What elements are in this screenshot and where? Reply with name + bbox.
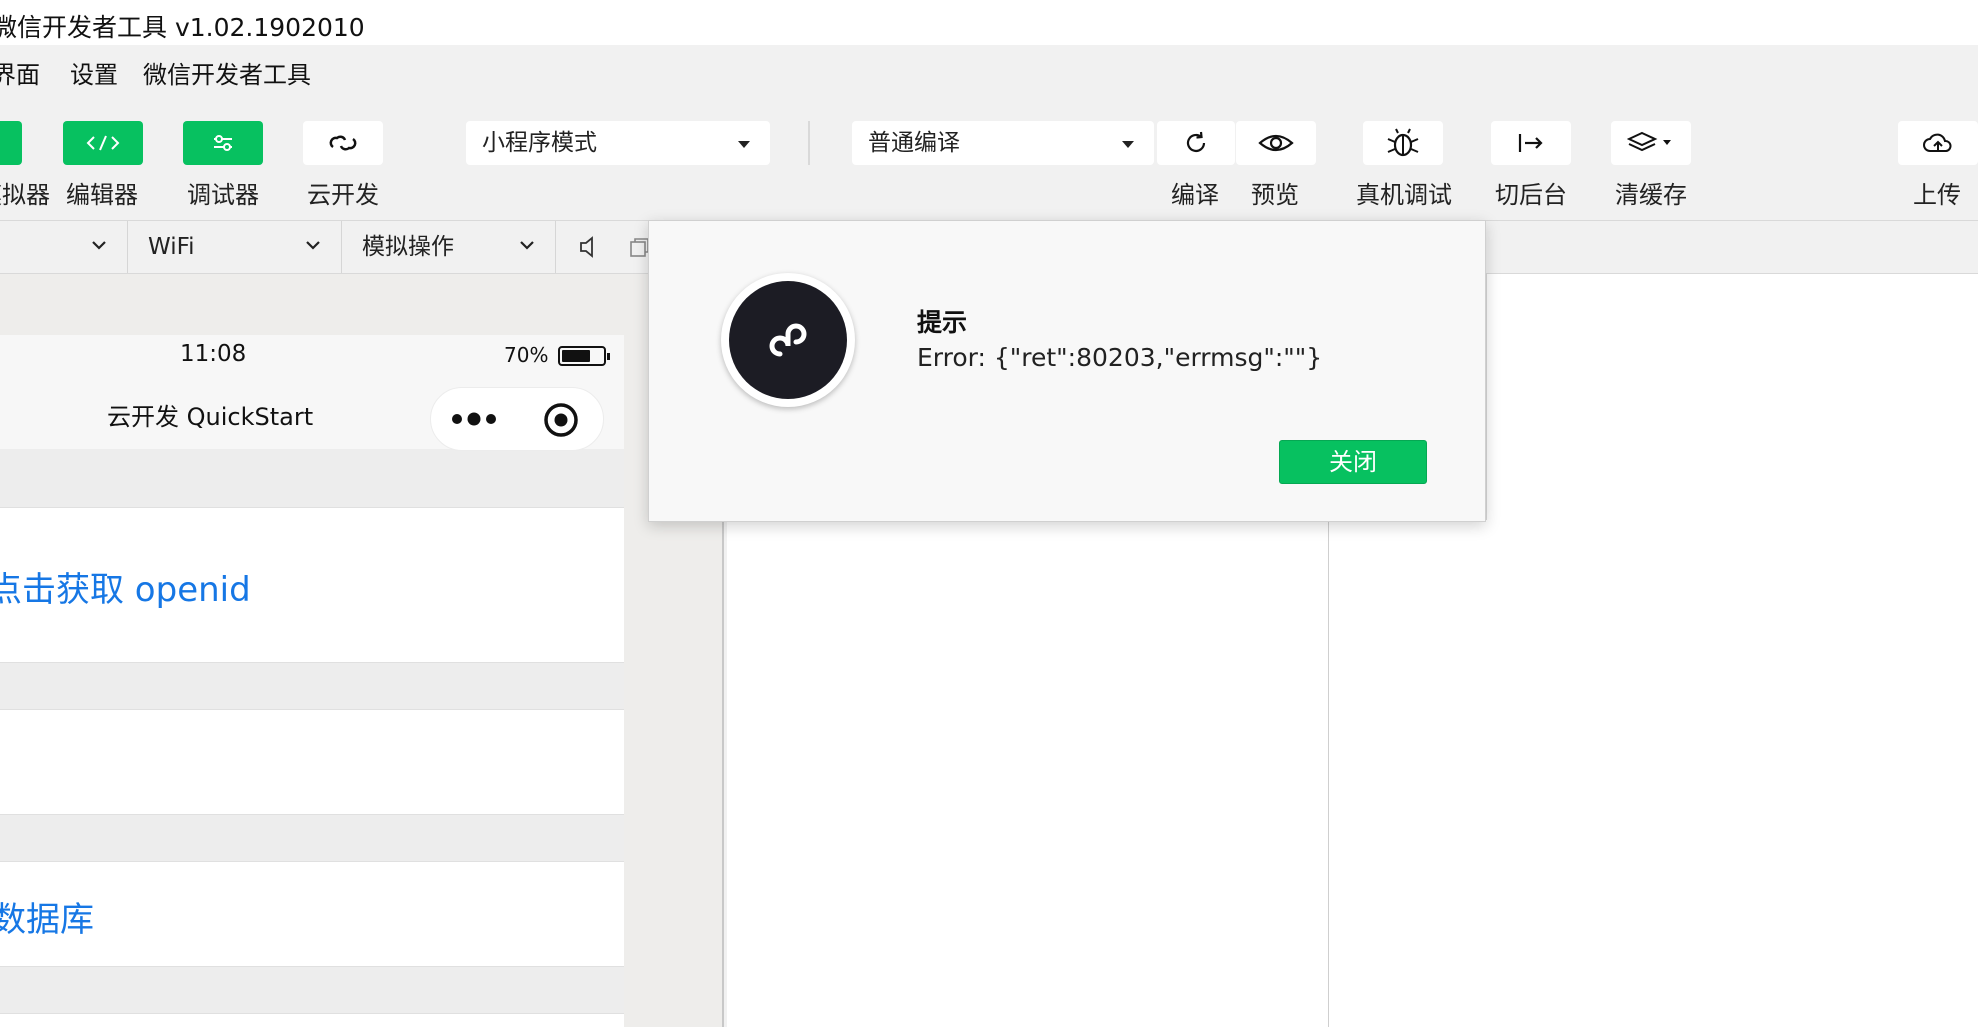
toolbar: 模拟器 编辑器 调试器 云开发 小程序模式 普通编译 [0,95,1978,220]
cloud-upload-icon [1923,133,1952,152]
phone-status-bar: 11:08 70% [0,335,624,377]
status-battery-percent: 70% [504,343,549,367]
network-select-value: WiFi [148,234,195,260]
clear-cache-button[interactable] [1611,121,1691,165]
simulator-label: 模拟器 [0,181,50,209]
window-title: 微信开发者工具 v1.02.1902010 [0,13,365,42]
miniprogram-icon [769,323,807,357]
debugger-label: 调试器 [187,181,259,209]
toolbar-divider [808,121,810,165]
list-item-partial[interactable] [0,1013,624,1027]
battery-icon [558,346,610,366]
mode-select-value: 小程序模式 [482,130,597,156]
close-button[interactable]: 关闭 [1279,440,1427,484]
caret-down-icon [738,141,750,148]
get-openid-link[interactable]: 点击获取 openid [0,562,251,611]
title-bar: 微信开发者工具 v1.02.1902010 [0,0,1978,45]
chevron-down-icon [306,241,320,250]
miniprogram-logo [721,273,855,407]
cloud-link-icon [329,135,357,151]
editor-label: 编辑器 [66,181,138,209]
switch-background-label: 切后台 [1495,181,1567,209]
preview-label: 预览 [1251,181,1299,209]
compile-mode-value: 普通编译 [868,130,960,156]
upload-label: 上传 [1913,181,1961,209]
mode-select[interactable]: 小程序模式 [466,121,770,165]
menu-item-devtools[interactable]: 微信开发者工具 [143,55,311,90]
list-item-openid[interactable]: 点击获取 openid [0,507,624,663]
editor-button[interactable] [63,121,143,165]
exit-arrow-icon [1518,134,1543,152]
code-icon [86,135,120,151]
close-capsule-icon[interactable] [541,400,581,444]
list-item-blank[interactable] [0,709,624,815]
refresh-icon [1186,131,1206,152]
clear-cache-label: 清缓存 [1615,181,1687,209]
editor-panel [727,520,1978,1027]
cloud-dev-label: 云开发 [307,181,379,209]
simulate-operation-select[interactable]: 模拟操作 [342,221,556,273]
panel-divider[interactable] [722,520,724,1027]
preview-button[interactable] [1236,121,1316,165]
upload-button[interactable] [1898,121,1978,165]
menu-bar: 界面 设置 微信开发者工具 [0,45,1978,95]
error-dialog: 提示 Error: {"ret":80203,"errmsg":""} 关闭 [648,220,1486,522]
battery-level [562,350,590,362]
status-time: 11:08 [180,341,247,367]
chevron-down-icon [92,241,106,250]
dialog-message: Error: {"ret":80203,"errmsg":""} [917,343,1323,372]
eye-icon [1258,134,1294,152]
chevron-down-icon [520,241,534,250]
sliders-icon [214,135,232,151]
simulator-button[interactable] [0,121,22,165]
volume-icon[interactable] [578,235,598,263]
remote-debug-label: 真机调试 [1356,181,1452,209]
switch-background-button[interactable] [1491,121,1571,165]
bug-icon [1387,128,1419,157]
compile-button[interactable] [1157,121,1235,165]
menu-item-settings[interactable]: 设置 [70,55,118,90]
cloud-dev-button[interactable] [303,121,383,165]
compile-label: 编译 [1171,181,1219,209]
editor-top-area [1486,274,1978,520]
remote-debug-button[interactable] [1363,121,1443,165]
compile-mode-select[interactable]: 普通编译 [852,121,1154,165]
layers-icon [1627,131,1671,152]
database-link[interactable]: 数据库 [0,892,94,941]
debugger-button[interactable] [183,121,263,165]
simulate-operation-value: 模拟操作 [362,234,454,260]
capsule-menu [430,387,604,451]
nav-title: 云开发 QuickStart [107,403,314,431]
device-select[interactable] [0,221,128,273]
editor-divider[interactable] [1328,520,1329,1027]
dialog-title: 提示 [917,308,968,337]
more-dots-icon[interactable] [451,410,497,432]
window-icon[interactable] [628,237,650,263]
menu-item-interface[interactable]: 界面 [0,55,40,90]
network-select[interactable]: WiFi [128,221,342,273]
list-item-database[interactable]: 数据库 [0,861,624,967]
caret-down-icon [1122,141,1134,148]
